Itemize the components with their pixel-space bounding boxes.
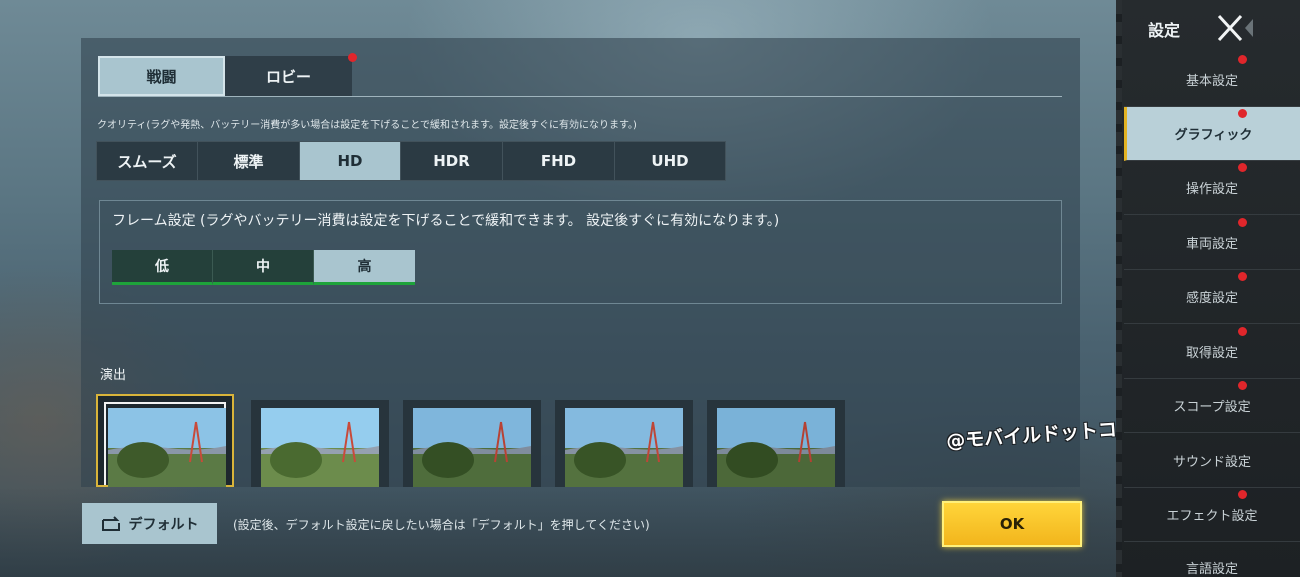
tab-battle-label: 戦闘 — [146, 67, 177, 86]
sidebar-item-controls[interactable]: 操作設定 — [1124, 161, 1300, 215]
sidebar-item-badge — [1238, 163, 1247, 172]
sidebar-item-label: 基本設定 — [1185, 74, 1238, 89]
frame-settings-label: フレーム設定 (ラグやバッテリー消費は設定を下げることで緩和できます。 設定後す… — [112, 213, 780, 229]
sidebar-item-sensitivity[interactable]: 感度設定 — [1124, 270, 1300, 324]
effect-thumbnail-1[interactable] — [96, 394, 234, 487]
effect-thumbnail-2[interactable] — [251, 400, 389, 487]
tab-lobby-label: ロビー — [265, 67, 311, 86]
sidebar-title: 設定 — [1148, 21, 1181, 40]
sidebar-item-scope[interactable]: スコープ設定 — [1124, 379, 1300, 433]
landscape-preview — [108, 408, 226, 487]
tab-lobby[interactable]: ロビー — [225, 53, 357, 96]
sidebar-item-label: 取得設定 — [1185, 346, 1238, 361]
default-button-label: デフォルト — [128, 516, 199, 533]
sidebar-item-label: スコープ設定 — [1173, 400, 1251, 415]
effect-thumbnail-4[interactable] — [555, 400, 693, 487]
sidebar-item-label: 操作設定 — [1185, 182, 1238, 197]
frame-option-low[interactable]: 低 — [112, 250, 213, 285]
sidebar-item-label: サウンド設定 — [1172, 455, 1251, 470]
sidebar-item-label: 感度設定 — [1185, 291, 1238, 306]
quality-selector: スムーズ 標準 HD HDR FHD UHD — [96, 141, 726, 181]
quality-option-fhd[interactable]: FHD — [503, 142, 615, 180]
effect-thumbnail-3[interactable] — [403, 400, 541, 487]
frame-option-mid[interactable]: 中 — [213, 250, 314, 285]
tab-battle[interactable]: 戦闘 — [98, 56, 225, 96]
sidebar-item-badge — [1238, 218, 1247, 227]
landscape-preview — [413, 408, 531, 487]
quality-option-hdr[interactable]: HDR — [401, 142, 503, 180]
ok-button[interactable]: OK — [942, 501, 1082, 547]
sidebar-item-graphics[interactable]: グラフィック — [1124, 107, 1300, 161]
sidebar-item-pickup[interactable]: 取得設定 — [1124, 325, 1300, 379]
sidebar-item-label: エフェクト設定 — [1166, 509, 1258, 524]
effects-thumbnails — [96, 392, 856, 487]
sidebar-item-badge — [1238, 381, 1247, 390]
sidebar-item-badge — [1238, 55, 1247, 64]
effects-label: 演出 — [100, 368, 127, 383]
quality-option-uhd[interactable]: UHD — [615, 142, 725, 180]
close-icon[interactable] — [1216, 13, 1256, 43]
landscape-preview — [717, 408, 835, 487]
landscape-preview — [261, 408, 379, 487]
sidebar-item-language[interactable]: 言語設定 — [1124, 542, 1300, 577]
tab-divider — [98, 96, 1062, 97]
sidebar-item-badge — [1238, 272, 1247, 281]
default-button[interactable]: デフォルト — [82, 503, 217, 544]
sidebar-item-vehicle[interactable]: 車両設定 — [1124, 216, 1300, 270]
quality-option-smooth[interactable]: スムーズ — [97, 142, 198, 180]
landscape-preview — [565, 408, 683, 487]
frame-selector: 低 中 高 — [112, 250, 415, 285]
sidebar-item-effects[interactable]: エフェクト設定 — [1124, 488, 1300, 542]
frame-option-high[interactable]: 高 — [314, 250, 415, 285]
sidebar-item-label: グラフィック — [1174, 128, 1253, 143]
sidebar-item-label: 言語設定 — [1185, 562, 1238, 577]
tab-lobby-badge — [348, 53, 357, 62]
sidebar-item-label: 車両設定 — [1185, 237, 1238, 252]
effect-thumbnail-5[interactable] — [707, 400, 845, 487]
sidebar-item-basic[interactable]: 基本設定 — [1124, 53, 1300, 107]
reset-icon — [101, 515, 121, 532]
sidebar-item-badge — [1238, 327, 1247, 336]
quality-description: クオリティ(ラグや発熱、バッテリー消費が多い場合は設定を下げることで緩和されます… — [97, 120, 637, 131]
sidebar-item-sound[interactable]: サウンド設定 — [1124, 434, 1300, 488]
sidebar-item-badge — [1238, 109, 1247, 118]
tab-bar: 戦闘 ロビー — [98, 53, 357, 96]
default-note: (設定後、デフォルト設定に戻したい場合は「デフォルト」を押してください) — [233, 518, 650, 532]
quality-option-hd[interactable]: HD — [300, 142, 401, 180]
sidebar-item-badge — [1238, 490, 1247, 499]
quality-option-standard[interactable]: 標準 — [198, 142, 300, 180]
